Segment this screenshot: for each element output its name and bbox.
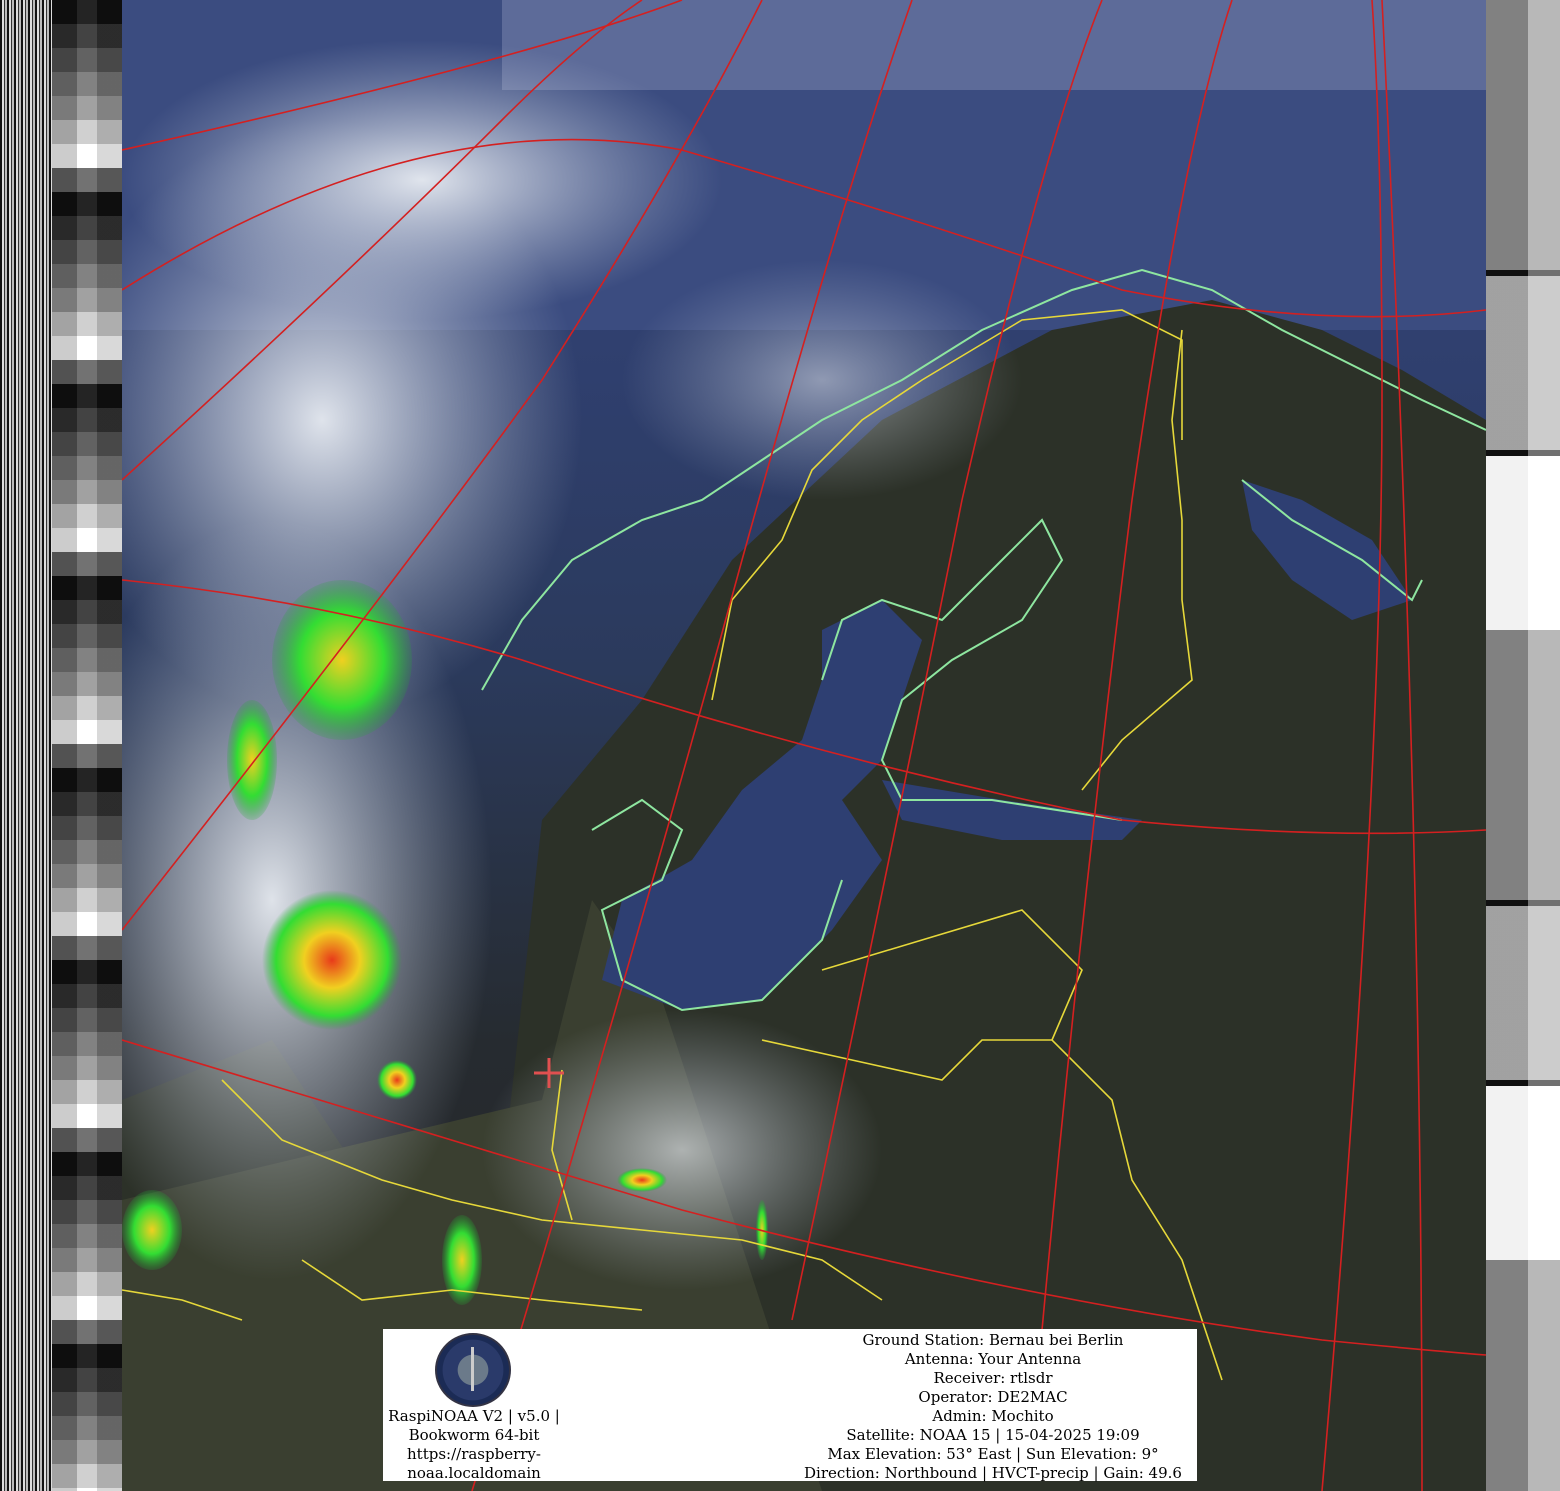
software-line: Bookworm 64-bit	[408, 1426, 540, 1444]
admin: Admin: Mochito	[932, 1407, 1054, 1425]
software-line: RaspiNOAA V2 | v5.0 |	[388, 1407, 560, 1425]
sync-bars-left	[0, 0, 52, 1491]
software-line: https://raspberry-	[407, 1445, 541, 1463]
telemetry-strip-right	[1486, 0, 1560, 1491]
raspinoaa-logo	[435, 1333, 511, 1407]
satellite: Satellite: NOAA 15 | 15-04-2025 19:09	[846, 1426, 1140, 1444]
direction: Direction: Northbound | HVCT-precip | Ga…	[804, 1464, 1182, 1482]
antenna: Antenna: Your Antenna	[904, 1350, 1082, 1368]
operator: Operator: DE2MAC	[918, 1388, 1068, 1406]
cloud-mass-5	[622, 260, 1022, 500]
cloud-mass-4	[482, 1010, 882, 1290]
software-info: RaspiNOAA V2 | v5.0 | Bookworm 64-bit ht…	[383, 1407, 565, 1483]
map-overlay	[122, 0, 1486, 1491]
pass-info: Ground Station: Bernau bei Berlin Antenn…	[783, 1331, 1203, 1483]
elevation: Max Elevation: 53° East | Sun Elevation:…	[827, 1445, 1159, 1463]
precip-area-2	[227, 700, 277, 820]
telemetry-strip-left	[52, 0, 122, 1491]
precip-area-4	[377, 1060, 417, 1100]
precip-area-6	[617, 1168, 667, 1192]
precip-area-3	[262, 890, 402, 1030]
precip-area-5	[122, 1190, 182, 1270]
ground-station: Ground Station: Bernau bei Berlin	[862, 1331, 1124, 1349]
cloud-mass-2	[122, 40, 722, 320]
satellite-image	[122, 0, 1486, 1491]
noise-band	[502, 0, 1486, 90]
software-line: noaa.localdomain	[407, 1464, 541, 1482]
info-panel: RaspiNOAA V2 | v5.0 | Bookworm 64-bit ht…	[383, 1329, 1197, 1483]
receiver: Receiver: rtlsdr	[933, 1369, 1053, 1387]
